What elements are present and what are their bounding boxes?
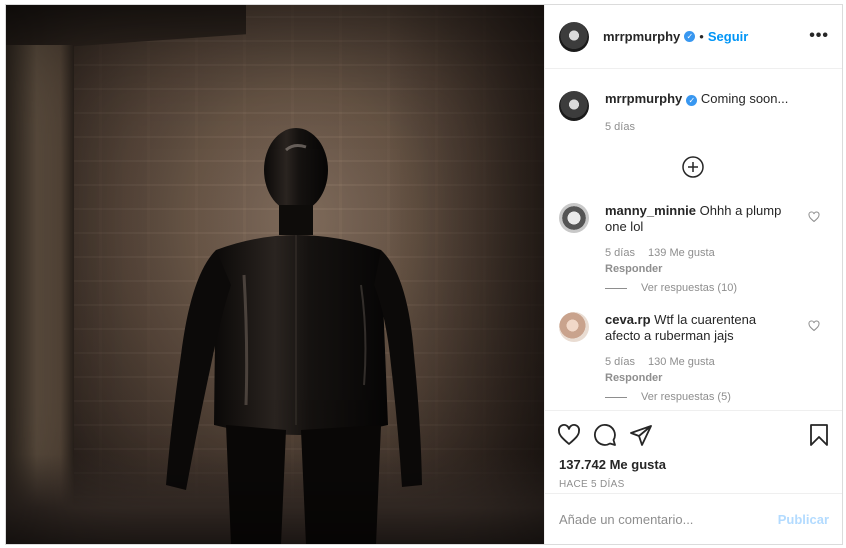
separator-dot: • <box>699 29 704 44</box>
view-replies-link[interactable]: Ver respuestas (10) <box>605 282 737 294</box>
post-modal: mrrpmurphy ✓ • Seguir ••• mrrpmurphy ✓ Co… <box>5 4 843 545</box>
comment-item: ceva.rp Wtf la cuarentena afecto a ruber… <box>559 312 783 386</box>
comment-icon[interactable] <box>593 423 617 447</box>
share-icon[interactable] <box>629 423 653 447</box>
commenter-avatar[interactable] <box>559 312 589 342</box>
comments-list[interactable]: mrrpmurphy ✓ Coming soon... 5 días manny… <box>545 69 842 410</box>
comment-likes[interactable]: 130 Me gusta <box>648 356 715 368</box>
comment-likes[interactable]: 139 Me gusta <box>648 247 715 259</box>
commenter-username[interactable]: manny_minnie <box>605 203 696 218</box>
add-comment-bar: Publicar <box>545 493 842 544</box>
commenter-avatar[interactable] <box>559 203 589 233</box>
comment-time[interactable]: 5 días <box>605 247 635 259</box>
reply-button[interactable]: Responder <box>605 263 662 275</box>
comment-like-heart-icon[interactable] <box>808 320 820 332</box>
comment-input[interactable] <box>559 511 778 527</box>
photo-vignette <box>6 5 544 544</box>
caption-username[interactable]: mrrpmurphy <box>605 91 682 106</box>
replies-divider <box>605 396 627 398</box>
likes-count[interactable]: 137.742 Me gusta <box>559 457 666 472</box>
verified-badge-icon: ✓ <box>686 95 698 106</box>
caption-item: mrrpmurphy ✓ Coming soon... 5 días <box>559 91 810 135</box>
post-photo[interactable] <box>6 5 544 544</box>
heart-icon[interactable] <box>557 423 581 447</box>
caption-text: Coming soon... <box>700 91 789 106</box>
commenter-username[interactable]: ceva.rp <box>605 312 651 327</box>
caption-avatar[interactable] <box>559 91 589 121</box>
post-actions: 137.742 Me gusta HACE 5 DÍAS <box>545 410 842 497</box>
comment-item: manny_minnie Ohhh a plump one lol 5 días… <box>559 203 783 277</box>
reply-button[interactable]: Responder <box>605 372 662 384</box>
more-options-icon[interactable]: ••• <box>809 27 829 45</box>
author-username[interactable]: mrrpmurphy <box>603 29 680 44</box>
post-timestamp[interactable]: HACE 5 DÍAS <box>559 479 625 490</box>
bookmark-icon[interactable] <box>807 423 831 447</box>
follow-button[interactable]: Seguir <box>708 29 748 44</box>
publish-button[interactable]: Publicar <box>778 512 829 527</box>
comment-time[interactable]: 5 días <box>605 356 635 368</box>
caption-time[interactable]: 5 días <box>605 121 635 133</box>
view-replies-label: Ver respuestas (10) <box>641 282 737 294</box>
comment-like-heart-icon[interactable] <box>808 211 820 223</box>
author-avatar[interactable] <box>559 21 589 52</box>
plus-circle-icon[interactable] <box>681 155 705 179</box>
post-header: mrrpmurphy ✓ • Seguir ••• <box>545 5 842 69</box>
view-replies-label: Ver respuestas (5) <box>641 391 731 403</box>
view-replies-link[interactable]: Ver respuestas (5) <box>605 391 731 403</box>
verified-badge-icon: ✓ <box>684 31 696 42</box>
post-side-panel: mrrpmurphy ✓ • Seguir ••• mrrpmurphy ✓ Co… <box>544 5 842 544</box>
replies-divider <box>605 287 627 289</box>
